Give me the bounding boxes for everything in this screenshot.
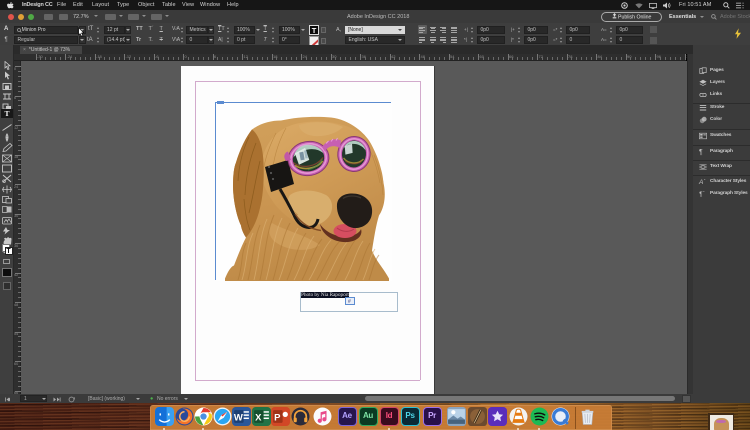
svg-text:X: X [255,413,262,424]
svg-text:P: P [274,413,281,424]
svg-text:W: W [233,413,242,424]
